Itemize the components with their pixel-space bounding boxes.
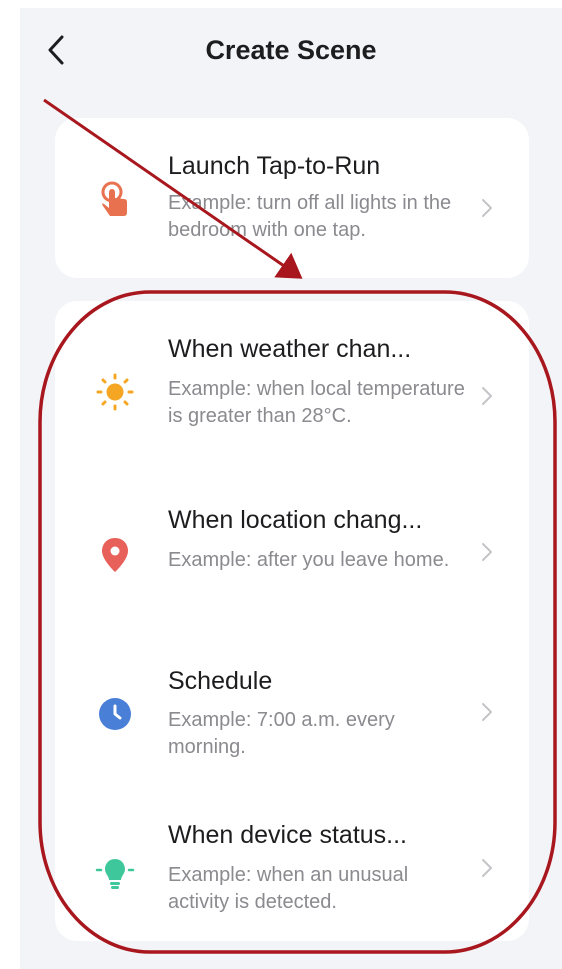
item-description: Example: when local temperature is great…	[168, 378, 465, 427]
device-status-condition-item[interactable]: When device status... Example: when an u…	[55, 786, 529, 941]
chevron-right-icon	[482, 703, 492, 721]
launch-tap-to-run-item[interactable]: Launch Tap-to-Run Example: turn off all …	[55, 118, 529, 278]
chevron-right-icon	[482, 387, 492, 405]
item-title: When weather chan...	[168, 335, 412, 363]
item-title: When location chang...	[168, 506, 423, 534]
item-title: Launch Tap-to-Run	[168, 152, 381, 180]
clock-icon	[95, 694, 135, 734]
item-description: Example: turn off all lights in the bedr…	[168, 192, 452, 241]
location-condition-item[interactable]: When location chang... Example: after yo…	[55, 466, 529, 626]
tap-to-run-card: Launch Tap-to-Run Example: turn off all …	[55, 118, 529, 278]
chevron-right-icon	[482, 543, 492, 561]
item-description: Example: after you leave home.	[168, 549, 450, 571]
weather-condition-item[interactable]: When weather chan... Example: when local…	[55, 301, 529, 466]
item-description: Example: when an unusual activity is det…	[168, 864, 409, 913]
item-title: Schedule	[168, 667, 273, 695]
device-bulb-icon	[95, 853, 135, 893]
chevron-right-icon	[482, 859, 492, 877]
create-scene-screen: Create Scene Launch Tap-to-Run Example: …	[20, 8, 562, 969]
chevron-right-icon	[482, 199, 492, 217]
item-title: When device status...	[168, 821, 408, 849]
page-title: Create Scene	[205, 35, 377, 65]
tap-hand-icon	[95, 180, 135, 220]
item-description: Example: 7:00 a.m. every morning.	[168, 709, 395, 758]
header: Create Scene	[20, 8, 562, 96]
conditions-card: When weather chan... Example: when local…	[55, 301, 529, 941]
sun-icon	[95, 372, 135, 412]
schedule-condition-item[interactable]: Schedule Example: 7:00 a.m. every mornin…	[55, 626, 529, 786]
location-pin-icon	[95, 535, 135, 575]
